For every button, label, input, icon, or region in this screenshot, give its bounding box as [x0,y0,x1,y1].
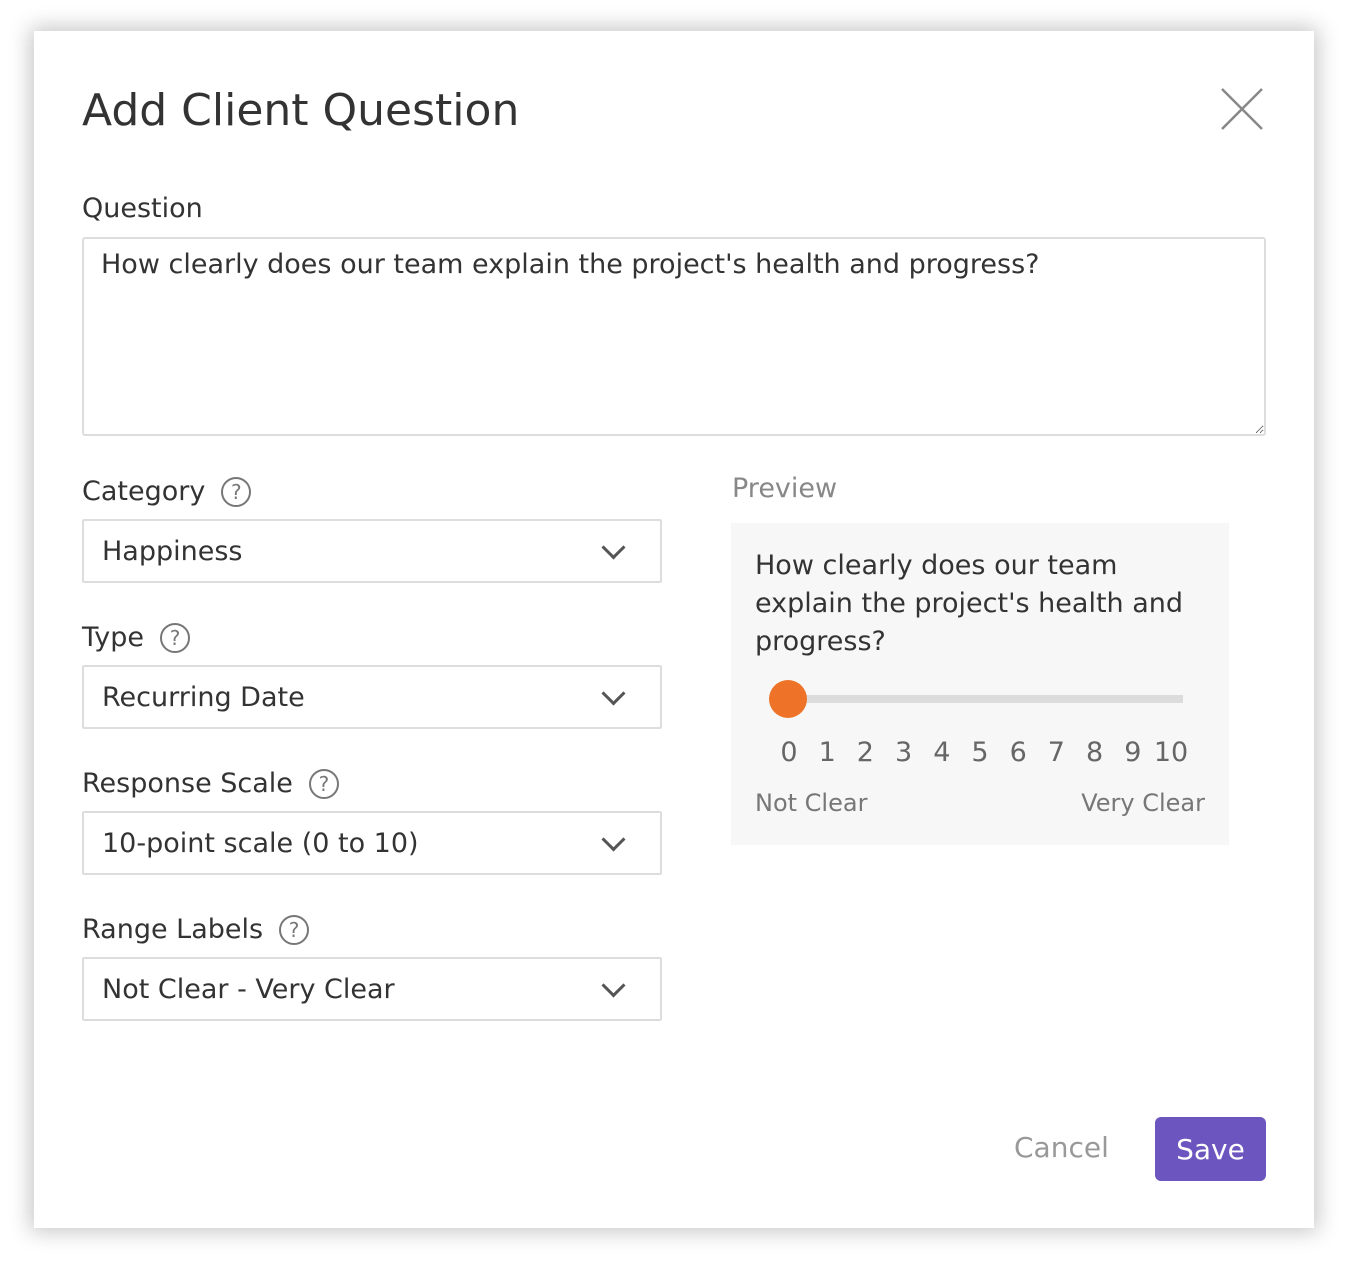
question-label: Question [82,193,203,224]
close-icon [1221,88,1263,130]
close-button[interactable] [1220,87,1264,131]
category-label: Category [82,476,206,507]
preview-question: How clearly does our team explain the pr… [755,550,1184,657]
scale-number: 5 [971,737,989,768]
scale-number: 3 [895,737,913,768]
scale-number: 4 [933,737,951,768]
dialog-title: Add Client Question [82,85,520,136]
type-value: Recurring Date [102,681,305,713]
category-select[interactable]: Happiness [82,519,662,583]
response-scale-label: Response Scale [82,768,293,799]
slider-track[interactable] [791,695,1183,703]
help-icon[interactable]: ? [279,914,310,945]
high-label: Very Clear [1081,789,1205,817]
scale-number: 1 [818,737,836,768]
chevron-down-icon [601,972,626,998]
chevron-down-icon [601,680,626,706]
range-labels-select[interactable]: Not Clear - Very Clear [82,957,662,1021]
preview-label: Preview [732,473,838,504]
response-scale-select[interactable]: 10-point scale (0 to 10) [82,811,662,875]
chevron-down-icon [601,826,626,852]
chevron-down-icon [601,534,626,560]
add-question-dialog: Add Client Question Question Category ? … [34,31,1314,1228]
scale-number: 7 [1047,737,1065,768]
help-icon[interactable]: ? [160,622,191,653]
slider-thumb[interactable] [769,680,807,718]
range-labels-value: Not Clear - Very Clear [102,973,395,1005]
category-label-row: Category ? [82,476,252,507]
type-label-row: Type ? [82,622,191,653]
cancel-button[interactable]: Cancel [1014,1131,1109,1164]
help-icon[interactable]: ? [308,768,339,799]
range-labels-label-row: Range Labels ? [82,914,310,945]
scale-number: 0 [780,737,798,768]
scale-number: 9 [1124,737,1142,768]
help-icon[interactable]: ? [221,476,252,507]
scale-number: 2 [856,737,874,768]
preview-panel: How clearly does our team explain the pr… [731,523,1229,845]
scale-number: 6 [1009,737,1027,768]
range-labels-label: Range Labels [82,914,264,945]
low-label: Not Clear [755,789,868,817]
response-scale-value: 10-point scale (0 to 10) [102,827,419,859]
type-label: Type [82,622,145,653]
category-value: Happiness [102,535,243,567]
question-textarea[interactable] [82,237,1266,436]
save-button[interactable]: Save [1155,1117,1266,1181]
response-scale-label-row: Response Scale ? [82,768,339,799]
scale-number: 10 [1153,737,1189,768]
type-select[interactable]: Recurring Date [82,665,662,729]
scale-number: 8 [1086,737,1104,768]
